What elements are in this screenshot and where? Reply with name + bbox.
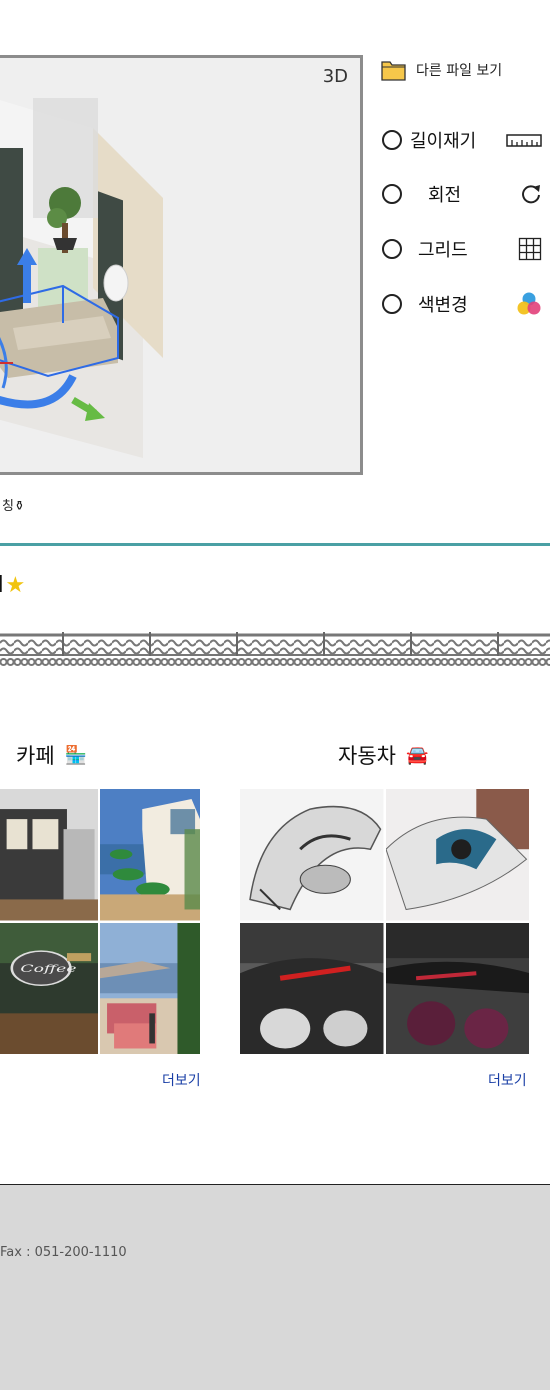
folder-icon — [381, 61, 406, 81]
color-change-radio[interactable] — [382, 294, 402, 314]
ruler-icon — [506, 128, 542, 152]
section-title: l ★ — [0, 573, 25, 598]
cafe-more-link[interactable]: 더보기 — [162, 1070, 201, 1090]
color-palette-icon — [506, 292, 542, 316]
footer: Fax : 051-200-1110 — [0, 1185, 550, 1390]
tool-color-change[interactable]: 색변경 — [382, 289, 542, 319]
star-icon: ★ — [5, 573, 26, 598]
tool-rotate[interactable]: 회전 — [382, 179, 542, 209]
decorative-pattern-band — [0, 632, 550, 670]
car-more-link[interactable]: 더보기 — [488, 1070, 527, 1090]
grid-label: 그리드 — [418, 240, 468, 261]
svg-text:Coffee: Coffee — [20, 963, 76, 974]
tool-measure[interactable]: 길이재기 — [382, 125, 542, 155]
car-image-grid — [240, 789, 529, 1054]
car-icon: 🚘 — [405, 744, 429, 766]
room-render — [0, 98, 163, 458]
rotate-label: 회전 — [428, 185, 462, 206]
measure-radio[interactable] — [382, 130, 402, 150]
cafe-image-3[interactable]: Coffee — [0, 922, 98, 1054]
cafe-image-1[interactable] — [0, 789, 98, 921]
cafe-image-2[interactable] — [100, 789, 200, 921]
category-car-title[interactable]: 자동차 🚘 — [338, 740, 428, 770]
category-cafe-label: 카페 — [16, 744, 55, 768]
3d-viewer[interactable]: 3D — [0, 55, 363, 475]
category-car-label: 자동차 — [338, 744, 396, 768]
car-image-4[interactable] — [385, 922, 529, 1054]
open-other-file-label: 다른 파일 보기 — [416, 63, 503, 79]
section-title-text: l — [0, 573, 4, 598]
view-mode-label[interactable]: 3D — [323, 66, 348, 87]
car-image-3[interactable] — [240, 922, 384, 1054]
car-image-2[interactable] — [385, 789, 529, 921]
rotate-radio[interactable] — [382, 184, 402, 204]
grid-icon — [506, 237, 542, 261]
cafe-image-4[interactable] — [100, 922, 200, 1054]
viewer-caption: 칭⚱ — [2, 499, 25, 514]
tool-grid[interactable]: 그리드 — [382, 234, 542, 264]
rotate-icon — [506, 182, 542, 206]
footer-fax: Fax : 051-200-1110 — [0, 1245, 127, 1260]
grid-radio[interactable] — [382, 239, 402, 259]
car-image-1[interactable] — [240, 789, 384, 921]
open-other-file-link[interactable]: 다른 파일 보기 — [381, 57, 502, 83]
color-change-label: 색변경 — [418, 295, 468, 316]
shop-icon: 🏪 — [64, 744, 88, 766]
cafe-image-grid: Coffee — [0, 789, 200, 1054]
category-cafe-title[interactable]: 카페 🏪 — [16, 740, 87, 770]
section-divider — [0, 543, 550, 546]
measure-label: 길이재기 — [410, 131, 477, 152]
